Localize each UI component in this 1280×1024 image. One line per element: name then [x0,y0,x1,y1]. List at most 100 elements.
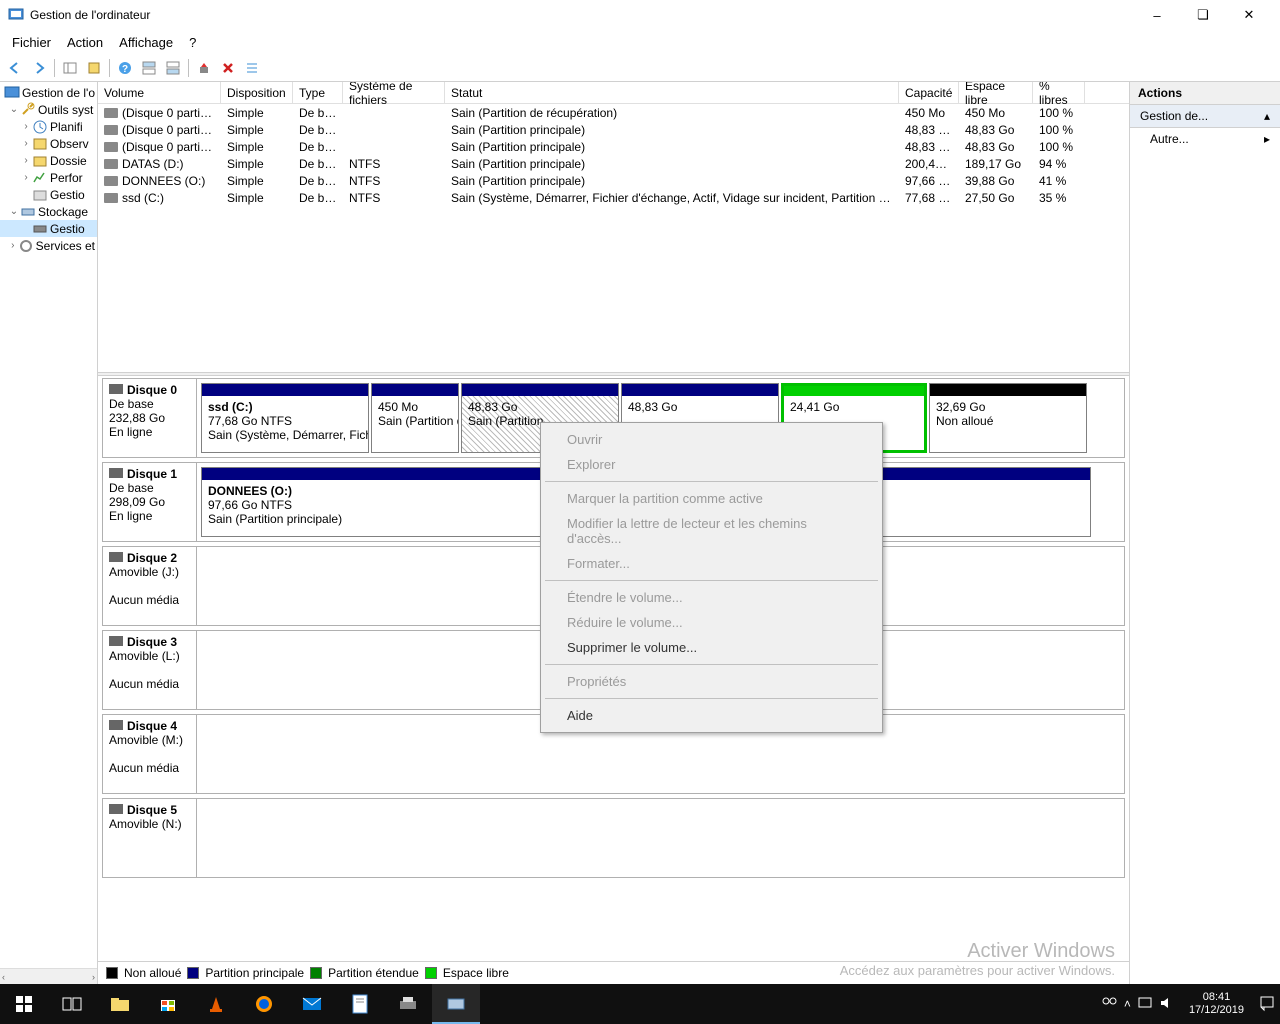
notepad-icon[interactable] [336,984,384,1024]
vlc-icon[interactable] [192,984,240,1024]
back-button[interactable] [4,57,26,79]
settings-button[interactable] [193,57,215,79]
help-button[interactable]: ? [114,57,136,79]
disk-icon [109,552,123,562]
tree-planif[interactable]: Planifi [50,120,83,134]
col-fs[interactable]: Système de fichiers [343,82,445,103]
volume-row[interactable]: (Disque 0 partition 3)SimpleDe baseSain … [98,121,1129,138]
forward-button[interactable] [28,57,50,79]
volume-type: De base [293,157,343,171]
volume-row[interactable]: DONNEES (O:)SimpleDe baseNTFSSain (Parti… [98,172,1129,189]
volume-name: (Disque 0 partition 2) [122,106,221,120]
maximize-button[interactable]: ❏ [1180,0,1226,30]
disk-size: 298,09 Go [109,495,190,509]
ctx-change-letter: Modifier la lettre de lecteur et les che… [543,511,880,551]
explorer-icon[interactable] [96,984,144,1024]
volume-disp: Simple [221,174,293,188]
volume-name: (Disque 0 partition 3) [122,123,221,137]
col-disposition[interactable]: Disposition [221,82,293,103]
volume-status: Sain (Partition principale) [445,123,899,137]
partition[interactable]: 450 MoSain (Partition d [371,383,459,453]
tree-gestio1[interactable]: Gestio [50,188,85,202]
volume-row[interactable]: (Disque 0 partition 2)SimpleDe baseSain … [98,104,1129,121]
show-hide-button[interactable] [59,57,81,79]
menu-view[interactable]: Affichage [111,33,181,52]
menu-file[interactable]: Fichier [4,33,59,52]
tree-root[interactable]: Gestion de l'o [22,86,95,100]
volume-header: Volume Disposition Type Système de fichi… [98,82,1129,104]
volume-cap: 97,66 Go [899,174,959,188]
taskbar[interactable]: ˄ 08:41 17/12/2019 [0,984,1280,1024]
volume-status: Sain (Partition principale) [445,157,899,171]
volume-row[interactable]: ssd (C:)SimpleDe baseNTFSSain (Système, … [98,189,1129,206]
volume-status: Sain (Partition principale) [445,140,899,154]
disk-row[interactable]: Disque 5Amovible (N:) [102,798,1125,878]
system-tray[interactable]: ˄ 08:41 17/12/2019 [1096,991,1280,1017]
volume-row[interactable]: DATAS (D:)SimpleDe baseNTFSSain (Partiti… [98,155,1129,172]
nav-tree[interactable]: Gestion de l'o ⌄Outils syst ›Planifi ›Ob… [0,82,98,984]
disk-name: Disque 4 [127,719,177,733]
tree-stockage[interactable]: Stockage [38,205,88,219]
disk-icon [109,720,123,730]
people-icon[interactable] [1100,994,1118,1015]
disk-type: De base [109,397,190,411]
col-type[interactable]: Type [293,82,343,103]
start-button[interactable] [0,984,48,1024]
partition-body: 450 MoSain (Partition d [372,396,458,452]
volume-list[interactable]: Volume Disposition Type Système de fichi… [98,82,1129,372]
partition[interactable]: ssd (C:)77,68 Go NTFSSain (Système, Déma… [201,383,369,453]
clock[interactable]: 08:41 17/12/2019 [1181,991,1252,1017]
partition[interactable]: 32,69 GoNon alloué [929,383,1087,453]
actions-other[interactable]: Autre...▸ [1130,128,1280,150]
list-button[interactable] [241,57,263,79]
perf-icon [32,170,48,186]
col-free[interactable]: Espace libre [959,82,1033,103]
disk-info: Disque 2Amovible (J:)Aucun média [103,547,197,625]
col-pct[interactable]: % libres [1033,82,1085,103]
app-icon [8,7,24,23]
notifications-icon[interactable] [1258,994,1276,1015]
tree-gestio2[interactable]: Gestio [50,222,85,236]
volume-fs: NTFS [343,157,445,171]
disk-icon [109,804,123,814]
disk-icon [109,384,123,394]
actions-group[interactable]: Gestion de...▴ [1130,105,1280,128]
volume-cap: 48,83 Go [899,140,959,154]
store-icon[interactable] [144,984,192,1024]
volume-type: De base [293,174,343,188]
mail-icon[interactable] [288,984,336,1024]
volume-fs: NTFS [343,191,445,205]
volume-icon[interactable] [1159,995,1175,1014]
tree-observ[interactable]: Observ [50,137,89,151]
tree-services[interactable]: Services et [36,239,95,253]
menu-action[interactable]: Action [59,33,111,52]
properties-button[interactable] [83,57,105,79]
tray-chevron-icon[interactable]: ˄ [1124,997,1131,1011]
partition-size: 48,83 Go [468,400,612,414]
disk-name: Disque 0 [127,383,177,397]
view-top-button[interactable] [138,57,160,79]
tree-perfor[interactable]: Perfor [50,171,83,185]
ctx-help[interactable]: Aide [543,703,880,728]
view-bottom-button[interactable] [162,57,184,79]
tree-tools[interactable]: Outils syst [38,103,93,117]
col-status[interactable]: Statut [445,82,899,103]
col-capacity[interactable]: Capacité [899,82,959,103]
col-volume[interactable]: Volume [98,82,221,103]
ctx-delete[interactable]: Supprimer le volume... [543,635,880,660]
diskmgmt-icon[interactable] [432,984,480,1024]
printer-icon[interactable] [384,984,432,1024]
firefox-icon[interactable] [240,984,288,1024]
volume-type: De base [293,140,343,154]
tree-scrollbar[interactable]: ‹› [0,968,97,984]
delete-button[interactable] [217,57,239,79]
menu-help[interactable]: ? [181,33,204,52]
minimize-button[interactable]: – [1134,0,1180,30]
volume-row[interactable]: (Disque 0 partition 4)SimpleDe baseSain … [98,138,1129,155]
close-button[interactable]: ✕ [1226,0,1272,30]
device-icon [32,187,48,203]
network-icon[interactable] [1137,995,1153,1014]
ctx-mark-active: Marquer la partition comme active [543,486,880,511]
taskview-button[interactable] [48,984,96,1024]
tree-dossie[interactable]: Dossie [50,154,87,168]
